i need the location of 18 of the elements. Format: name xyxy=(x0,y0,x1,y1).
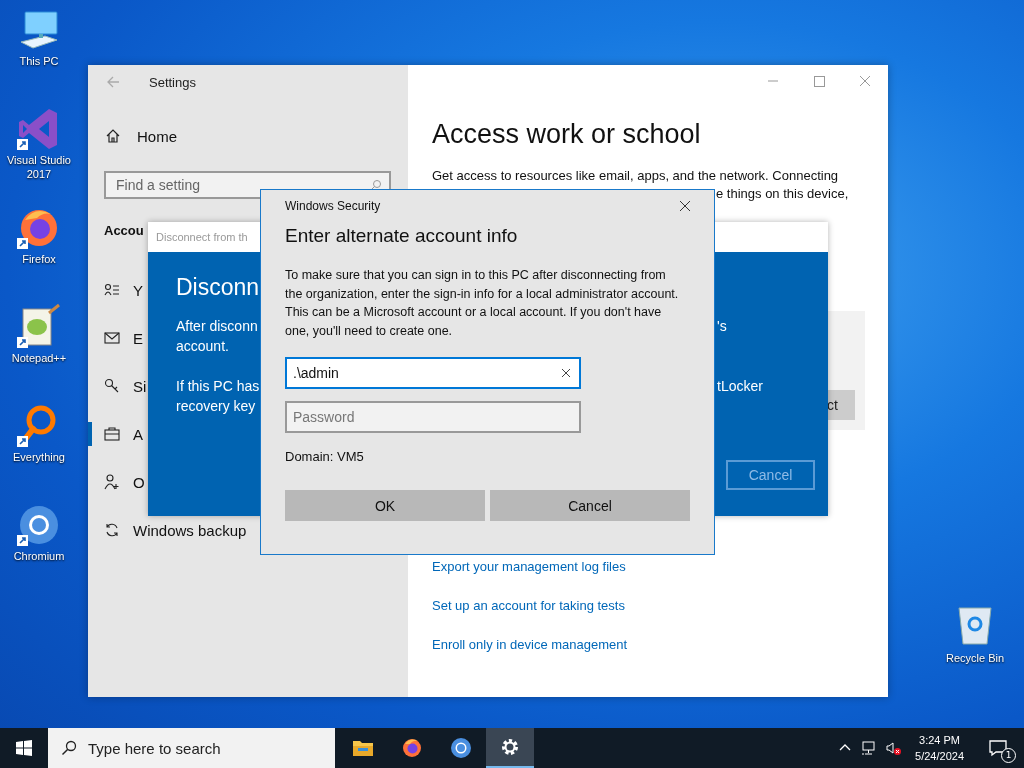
dialog-message: To make sure that you can sign in to this PC after disconnecting from the organization, enter the sign-in info for a local administrator account. This can be a Microsoft account or a local account. If you don't have one, you'll need to create one. xyxy=(285,267,680,340)
dialog-title: Windows Security xyxy=(285,199,381,213)
dialog-title: Disconnect from th xyxy=(156,231,248,243)
description-text: e things on this device, xyxy=(716,185,850,203)
section-heading: Accou xyxy=(104,223,144,240)
dialog-text: After disconn xyxy=(176,318,258,336)
dialog-text: account. xyxy=(176,338,229,356)
dialog-heading: Disconn xyxy=(176,274,260,302)
dialog-text: If this PC has xyxy=(176,378,260,396)
description-text: Get access to resources like email, apps, and the network. Connecting xyxy=(432,167,840,185)
dialog-text: recovery key xyxy=(176,398,256,416)
page-heading: Access work or school xyxy=(432,119,702,151)
window-title: Settings xyxy=(149,74,196,90)
dialog-text: tLocker xyxy=(717,378,763,396)
dialog-heading: Enter alternate account info xyxy=(285,225,518,248)
domain-label: Domain: VM5 xyxy=(285,449,364,464)
dialog-text: 's xyxy=(717,318,727,336)
notification-badge: 1 xyxy=(1001,748,1016,763)
